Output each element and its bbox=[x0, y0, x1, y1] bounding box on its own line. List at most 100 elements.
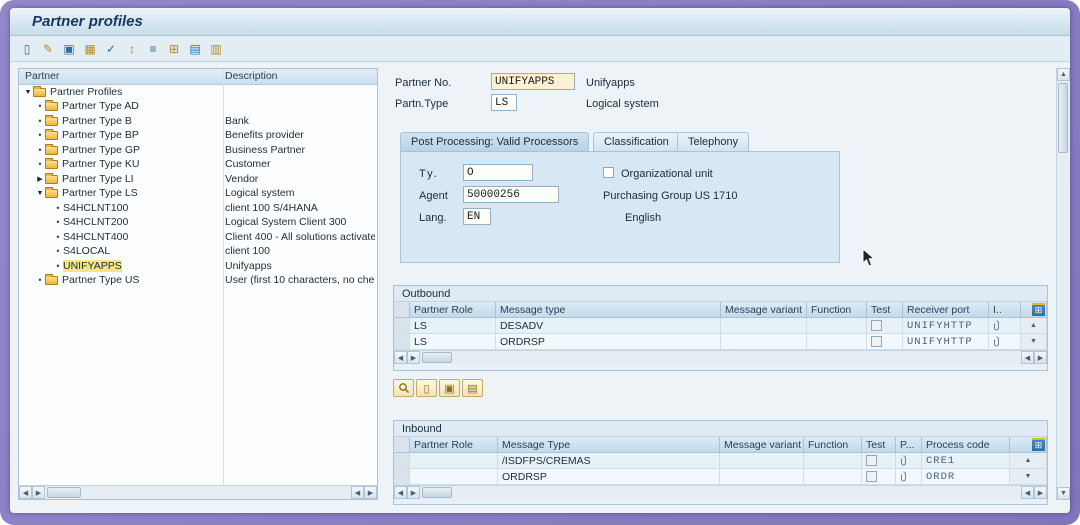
delete-icon[interactable]: ▦ bbox=[81, 40, 99, 58]
paperclip-icon bbox=[900, 471, 907, 482]
scroll-right-icon[interactable]: ▶ bbox=[1034, 351, 1047, 364]
col-function[interactable]: Function bbox=[807, 302, 867, 318]
test-checkbox[interactable] bbox=[866, 455, 877, 466]
check-icon[interactable]: ✓ bbox=[102, 40, 120, 58]
page-icon: ▯ bbox=[423, 382, 429, 395]
partn-type-field[interactable]: LS bbox=[491, 94, 517, 111]
hierarchy-icon[interactable]: ≡ bbox=[144, 40, 162, 58]
tree-item-partner-type-us[interactable]: • Partner Type US User (first 10 charact… bbox=[19, 273, 377, 288]
row-scroll-down[interactable]: ▼ bbox=[1021, 334, 1047, 350]
scroll-right-icon[interactable]: ▶ bbox=[364, 486, 377, 499]
tree-item-partner-type-ad[interactable]: • Partner Type AD bbox=[19, 99, 377, 114]
inbound-row-ordrsp[interactable]: ORDRSP ORDR ▼ bbox=[394, 469, 1047, 485]
inbound-horizontal-scrollbar[interactable]: ◀ ▶ ◀ ▶ bbox=[394, 485, 1047, 499]
scroll-thumb[interactable] bbox=[1058, 83, 1068, 153]
agent-field[interactable]: 50000256 bbox=[463, 186, 559, 203]
expand-icon[interactable]: ▶ bbox=[35, 175, 45, 183]
col-message-type[interactable]: Message type bbox=[496, 302, 721, 318]
scroll-left-icon[interactable]: ◀ bbox=[394, 486, 407, 499]
tree-item-partner-type-gp[interactable]: • Partner Type GP Business Partner bbox=[19, 143, 377, 158]
scroll-left-icon[interactable]: ◀ bbox=[351, 486, 364, 499]
col-test[interactable]: Test bbox=[862, 437, 896, 453]
copy-icon[interactable]: ▣ bbox=[60, 40, 78, 58]
col-p[interactable]: P... bbox=[896, 437, 922, 453]
scroll-thumb[interactable] bbox=[47, 487, 81, 498]
tree-item-s4hclnt100[interactable]: • S4HCLNT100 client 100 S/4HANA bbox=[19, 201, 377, 216]
outbound-row-ordrsp[interactable]: LS ORDRSP UNIFYHTTP ▼ bbox=[394, 334, 1047, 350]
col-test[interactable]: Test bbox=[867, 302, 903, 318]
outbound-horizontal-scrollbar[interactable]: ◀ ▶ ◀ ▶ bbox=[394, 350, 1047, 364]
tree-horizontal-scrollbar[interactable]: ◀ ▶ ◀ ▶ bbox=[19, 485, 377, 499]
scroll-left-icon[interactable]: ◀ bbox=[1021, 351, 1034, 364]
tab-classification[interactable]: Classification bbox=[593, 132, 680, 151]
scroll-right-icon[interactable]: ▶ bbox=[407, 486, 420, 499]
col-i[interactable]: I.. bbox=[989, 302, 1021, 318]
type-field[interactable]: O bbox=[463, 164, 533, 181]
row-select-cell[interactable] bbox=[394, 334, 410, 350]
tree-item-partner-type-b[interactable]: • Partner Type B Bank bbox=[19, 114, 377, 129]
expand-all-icon[interactable]: ⊞ bbox=[165, 40, 183, 58]
outbound-row-desadv[interactable]: LS DESADV UNIFYHTTP ▲ bbox=[394, 318, 1047, 334]
tree-item-partner-profiles[interactable]: ▼ Partner Profiles bbox=[19, 85, 377, 100]
tree-item-partner-type-ku[interactable]: • Partner Type KU Customer bbox=[19, 157, 377, 172]
row-scroll-up[interactable]: ▲ bbox=[1021, 318, 1047, 334]
row-scroll-up[interactable]: ▲ bbox=[1010, 453, 1047, 469]
scroll-right-icon[interactable]: ▶ bbox=[407, 351, 420, 364]
table-settings-icon[interactable]: ⊞ bbox=[1032, 438, 1045, 451]
test-checkbox[interactable] bbox=[871, 320, 882, 331]
scroll-left-icon[interactable]: ◀ bbox=[19, 486, 32, 499]
tree-item-s4hclnt200[interactable]: • S4HCLNT200 Logical System Client 300 bbox=[19, 215, 377, 230]
col-message-variant[interactable]: Message variant bbox=[721, 302, 807, 318]
scroll-thumb[interactable] bbox=[422, 487, 452, 498]
inbound-row-cremas[interactable]: /ISDFPS/CREMAS CRE1 ▲ bbox=[394, 453, 1047, 469]
row-select-cell[interactable] bbox=[394, 469, 410, 485]
create-row-button[interactable]: ▯ bbox=[416, 379, 437, 397]
display-row-button[interactable] bbox=[393, 379, 414, 397]
table-settings-icon[interactable]: ⊞ bbox=[1032, 303, 1045, 316]
row-scroll-down[interactable]: ▼ bbox=[1010, 469, 1047, 485]
collapse-icon[interactable]: ▼ bbox=[35, 190, 45, 197]
export-icon[interactable]: ▤ bbox=[186, 40, 204, 58]
org-unit-checkbox[interactable] bbox=[603, 167, 614, 178]
collapse-icon[interactable]: ▼ bbox=[23, 89, 33, 96]
main-vertical-scrollbar[interactable]: ▲ ▼ bbox=[1056, 68, 1069, 500]
change-icon[interactable]: ✎ bbox=[39, 40, 57, 58]
col-message-type[interactable]: Message Type bbox=[498, 437, 720, 453]
sort-icon[interactable]: ↕ bbox=[123, 40, 141, 58]
lang-field[interactable]: EN bbox=[463, 208, 491, 225]
row-select-cell[interactable] bbox=[394, 453, 410, 469]
scroll-right-icon[interactable]: ▶ bbox=[1034, 486, 1047, 499]
tree-item-partner-type-bp[interactable]: • Partner Type BP Benefits provider bbox=[19, 128, 377, 143]
clipboard-icon[interactable]: ▥ bbox=[207, 40, 225, 58]
folder-icon bbox=[45, 146, 58, 155]
col-receiver-port[interactable]: Receiver port bbox=[903, 302, 989, 318]
scroll-thumb[interactable] bbox=[422, 352, 452, 363]
tab-post-processing[interactable]: Post Processing: Valid Processors bbox=[400, 132, 589, 151]
col-message-variant[interactable]: Message variant bbox=[720, 437, 804, 453]
scroll-right-icon[interactable]: ▶ bbox=[32, 486, 45, 499]
row-select-cell[interactable] bbox=[394, 318, 410, 334]
col-partner-role[interactable]: Partner Role bbox=[410, 302, 496, 318]
col-partner-role[interactable]: Partner Role bbox=[410, 437, 498, 453]
select-all-cell[interactable] bbox=[394, 302, 410, 318]
select-all-cell[interactable] bbox=[394, 437, 410, 453]
tab-telephony[interactable]: Telephony bbox=[677, 132, 749, 151]
test-checkbox[interactable] bbox=[871, 336, 882, 347]
tree-item-s4hclnt400[interactable]: • S4HCLNT400 Client 400 - All solutions … bbox=[19, 230, 377, 245]
outbound-title: Outbound bbox=[394, 286, 1047, 302]
partner-no-field[interactable]: UNIFYAPPS bbox=[491, 73, 575, 90]
tree-item-unifyapps[interactable]: • UNIFYAPPS Unifyapps bbox=[19, 259, 377, 274]
copy-row-button[interactable]: ▣ bbox=[439, 379, 460, 397]
delete-row-button[interactable]: ▤ bbox=[462, 379, 483, 397]
col-function[interactable]: Function bbox=[804, 437, 862, 453]
scroll-left-icon[interactable]: ◀ bbox=[1021, 486, 1034, 499]
tree-item-partner-type-ls[interactable]: ▼ Partner Type LS Logical system bbox=[19, 186, 377, 201]
scroll-down-icon[interactable]: ▼ bbox=[1057, 487, 1070, 500]
scroll-left-icon[interactable]: ◀ bbox=[394, 351, 407, 364]
tree-item-s4local[interactable]: • S4LOCAL client 100 bbox=[19, 244, 377, 259]
tree-item-partner-type-li[interactable]: ▶ Partner Type LI Vendor bbox=[19, 172, 377, 187]
col-process-code[interactable]: Process code bbox=[922, 437, 1010, 453]
test-checkbox[interactable] bbox=[866, 471, 877, 482]
create-icon[interactable]: ▯ bbox=[18, 40, 36, 58]
scroll-up-icon[interactable]: ▲ bbox=[1057, 68, 1070, 81]
